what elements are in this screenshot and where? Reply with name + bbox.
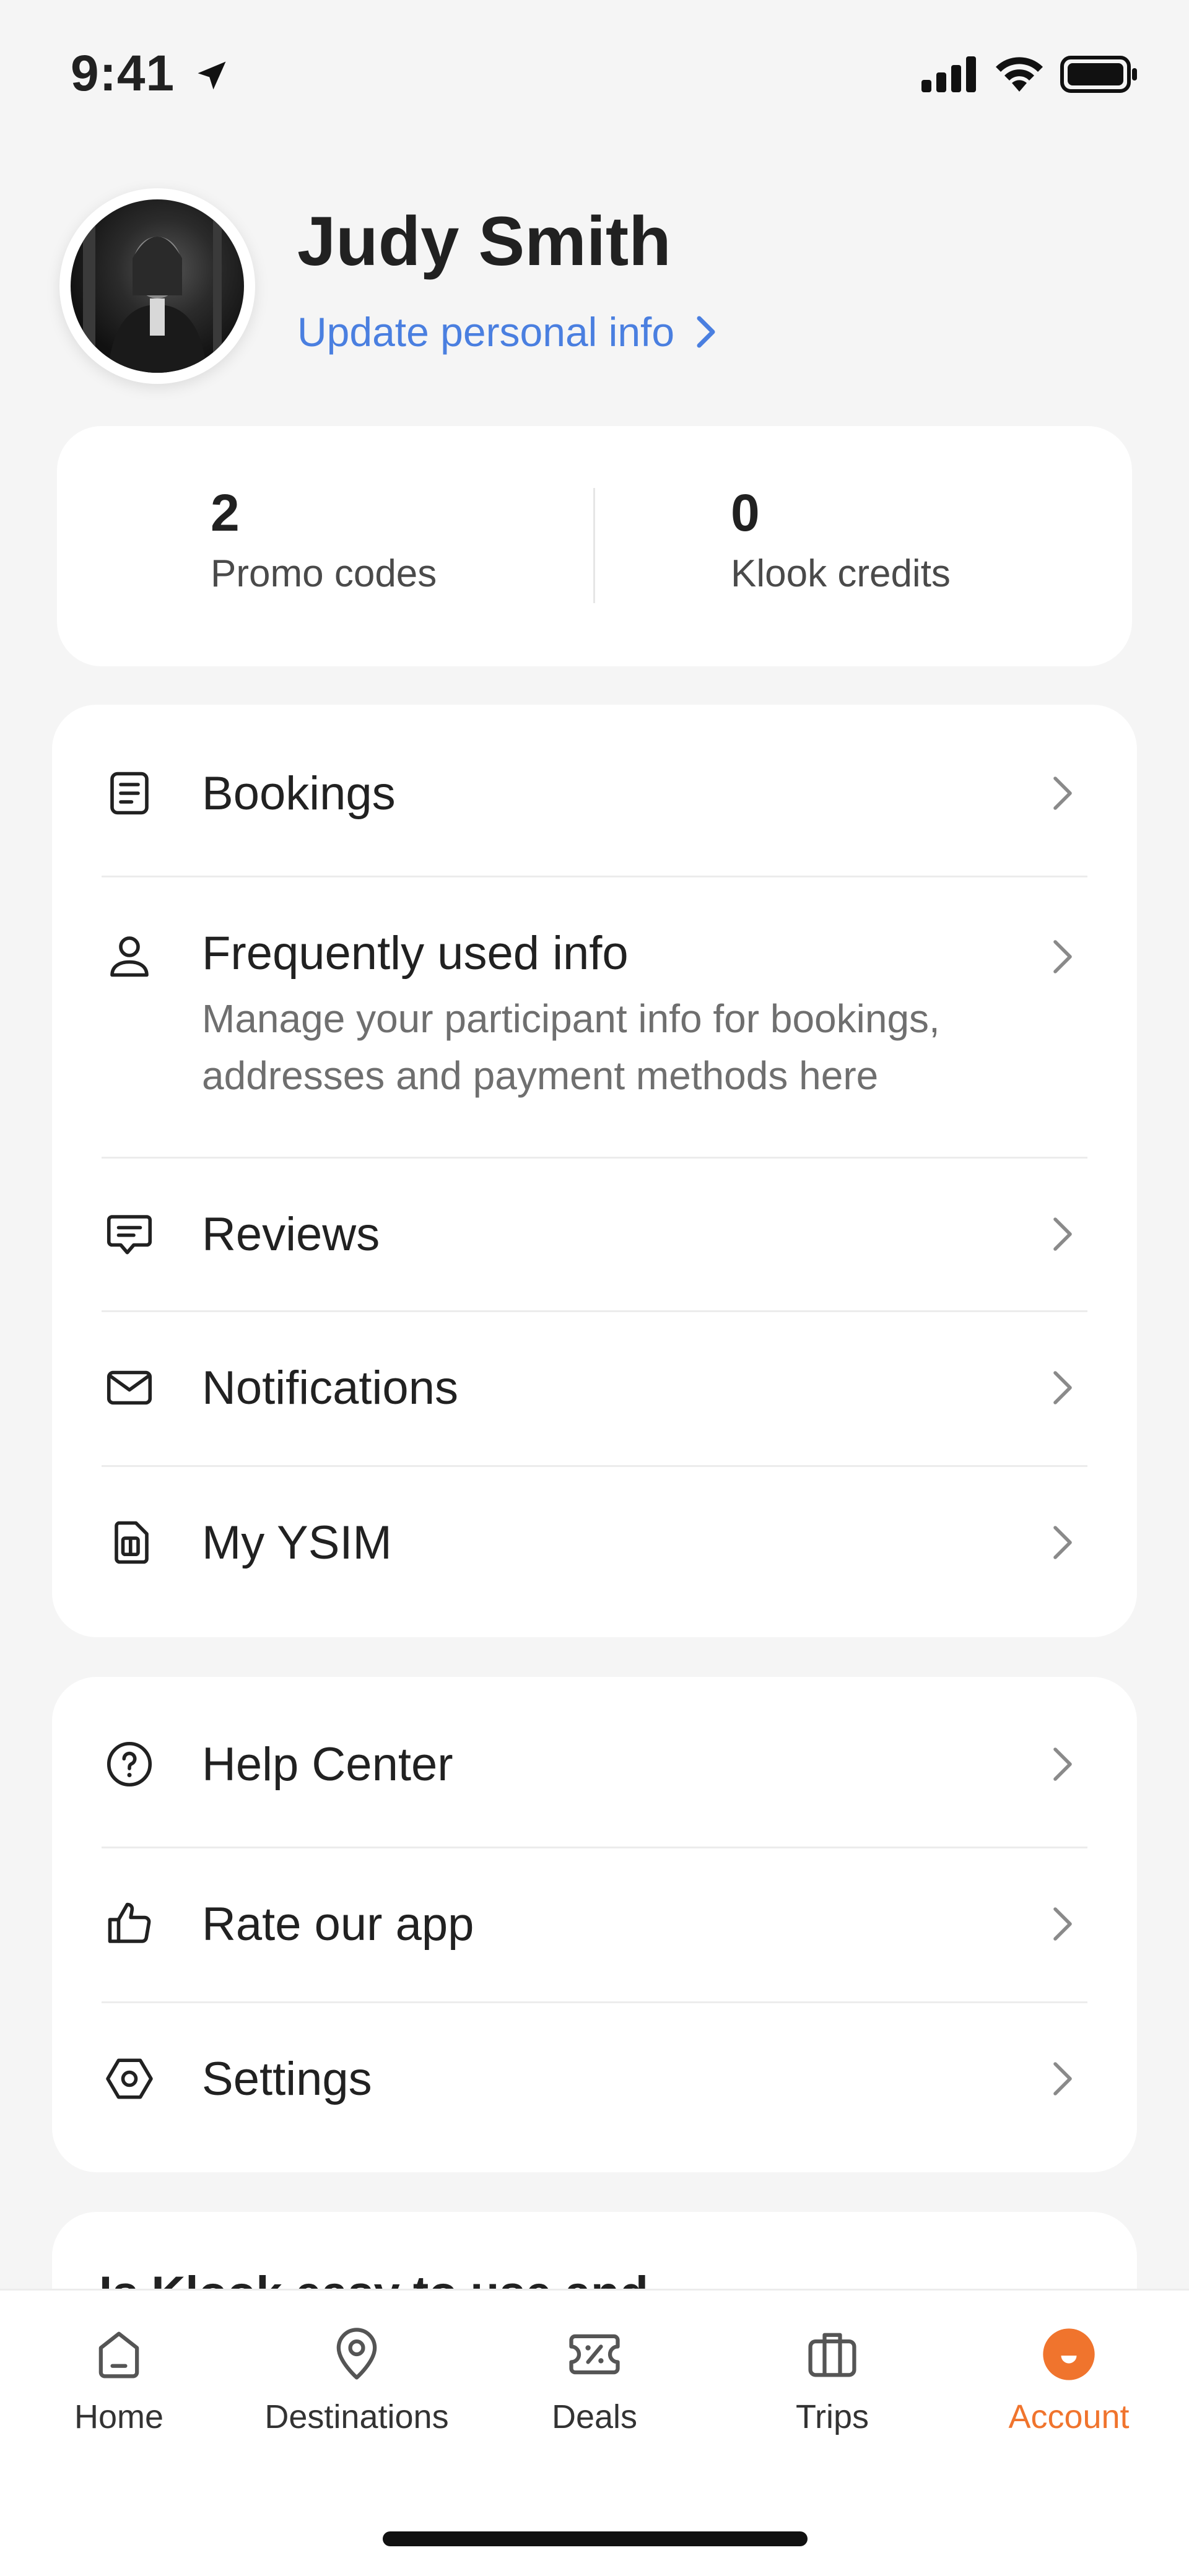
menu-item-reviews[interactable]: Reviews bbox=[102, 1169, 1087, 1299]
promo-codes-stat[interactable]: 2 Promo codes bbox=[211, 483, 437, 596]
menu-item-label: Notifications bbox=[202, 1361, 458, 1414]
battery-icon bbox=[1060, 56, 1137, 93]
tab-label: Trips bbox=[796, 2398, 869, 2435]
person-icon bbox=[102, 928, 157, 983]
avatar-photo bbox=[83, 199, 222, 373]
klook-credits-label: Klook credits bbox=[731, 552, 951, 595]
promo-codes-count: 2 bbox=[211, 484, 240, 542]
menu-item-label: My YSIM bbox=[202, 1516, 392, 1569]
menu-item-label: Frequently used info bbox=[202, 927, 629, 980]
menu-item-rate-our-app[interactable]: Rate our app bbox=[102, 1859, 1087, 1989]
chevron-right-icon bbox=[1053, 1526, 1072, 1559]
klook-credits-stat[interactable]: 0 Klook credits bbox=[731, 483, 951, 596]
chevron-right-icon bbox=[1053, 1907, 1072, 1941]
divider bbox=[102, 1465, 1087, 1467]
signal-icon bbox=[921, 56, 976, 92]
chevron-right-icon bbox=[1053, 2062, 1072, 2095]
menu-item-bookings[interactable]: Bookings bbox=[102, 728, 1087, 858]
divider bbox=[102, 876, 1087, 877]
menu-item-help-center[interactable]: Help Center bbox=[102, 1699, 1087, 1829]
tab-label: Account bbox=[1008, 2398, 1130, 2435]
tab-label: Home bbox=[74, 2398, 164, 2435]
document-icon bbox=[102, 765, 157, 821]
divider bbox=[102, 1847, 1087, 1848]
coupon-icon bbox=[569, 2334, 620, 2375]
profile-name: Judy Smith bbox=[297, 202, 671, 280]
klook-credits-count: 0 bbox=[731, 484, 760, 542]
menu-item-settings[interactable]: Settings bbox=[102, 2014, 1087, 2144]
hexagon-settings-icon bbox=[102, 2051, 157, 2107]
chevron-right-icon bbox=[697, 316, 715, 348]
update-personal-info-link[interactable]: Update personal info bbox=[297, 308, 718, 355]
chevron-right-icon bbox=[1053, 777, 1072, 810]
tab-account[interactable]: Account bbox=[976, 2323, 1162, 2436]
account-icon bbox=[1043, 2328, 1095, 2380]
menu-item-label: Help Center bbox=[202, 1738, 453, 1791]
update-personal-info-label: Update personal info bbox=[297, 309, 675, 355]
menu-item-label: Rate our app bbox=[202, 1897, 474, 1951]
envelope-icon bbox=[102, 1360, 157, 1416]
tab-label: Destinations bbox=[264, 2398, 449, 2435]
status-indicators bbox=[921, 54, 1139, 94]
location-arrow-icon bbox=[198, 61, 226, 90]
sim-card-icon bbox=[102, 1515, 157, 1570]
tab-label: Deals bbox=[551, 2398, 638, 2435]
chevron-right-icon bbox=[1053, 1217, 1072, 1251]
chevron-right-icon bbox=[1053, 940, 1072, 973]
question-icon bbox=[102, 1736, 157, 1792]
wifi-icon bbox=[996, 57, 1043, 92]
menu-item-subtitle: Manage your participant info for booking… bbox=[202, 996, 940, 1098]
divider bbox=[102, 1157, 1087, 1159]
tab-destinations[interactable]: Destinations bbox=[264, 2323, 450, 2436]
tab-home[interactable]: Home bbox=[26, 2323, 212, 2436]
chevron-right-icon bbox=[1053, 1747, 1072, 1781]
tab-deals[interactable]: Deals bbox=[502, 2323, 687, 2436]
menu-item-notifications[interactable]: Notifications bbox=[102, 1323, 1087, 1453]
tab-trips[interactable]: Trips bbox=[739, 2323, 925, 2436]
menu-item-label: Settings bbox=[202, 2052, 372, 2105]
chat-icon bbox=[102, 1206, 157, 1262]
divider bbox=[102, 2001, 1087, 2003]
menu-item-my-ysim[interactable]: My YSIM bbox=[102, 1477, 1087, 1608]
suitcase-icon bbox=[808, 2333, 856, 2377]
status-time: 9:41 bbox=[71, 45, 230, 103]
thumbs-up-icon bbox=[102, 1896, 157, 1952]
avatar[interactable] bbox=[71, 199, 244, 373]
chevron-right-icon bbox=[1053, 1371, 1072, 1404]
primary-menu-card: Bookings Frequently used info Manage you… bbox=[52, 705, 1137, 1637]
promo-codes-label: Promo codes bbox=[211, 552, 437, 595]
menu-item-label: Reviews bbox=[202, 1208, 380, 1261]
divider bbox=[102, 1310, 1087, 1312]
home-icon bbox=[98, 2331, 139, 2378]
home-indicator bbox=[383, 2531, 808, 2546]
stats-divider bbox=[593, 488, 595, 603]
location-pin-icon bbox=[336, 2328, 377, 2380]
secondary-menu-card: Help Center Rate our app Settings bbox=[52, 1677, 1137, 2172]
menu-item-frequently-used-info[interactable]: Frequently used info Manage your partici… bbox=[102, 890, 1087, 1163]
menu-item-label: Bookings bbox=[202, 767, 396, 820]
